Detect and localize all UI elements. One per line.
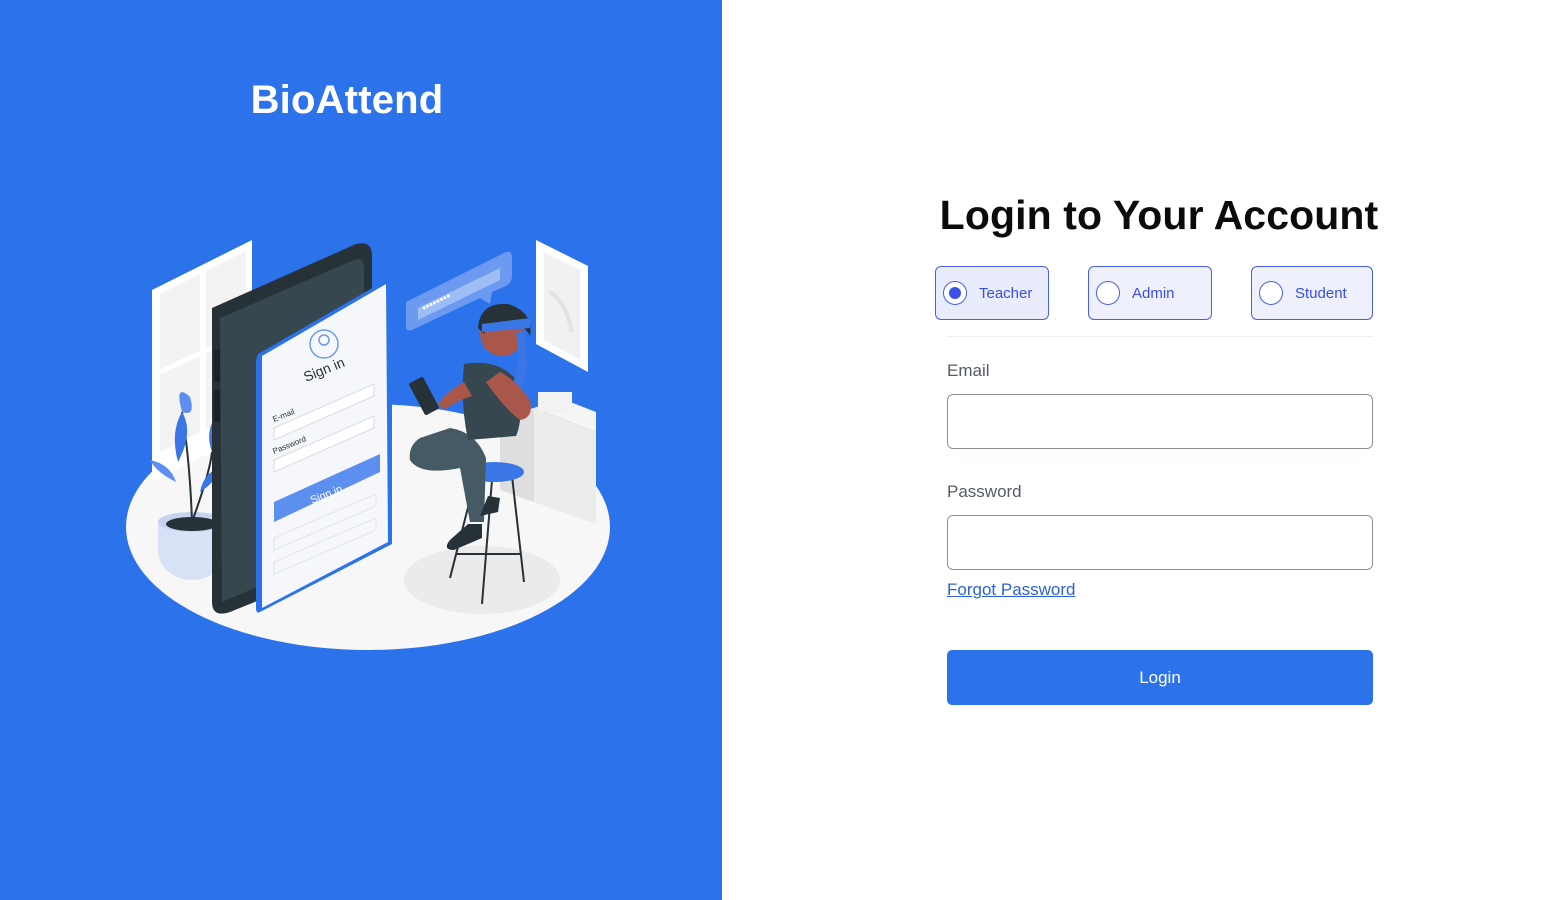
brand-logo-text: BioAttend (250, 78, 444, 122)
radio-unselected-icon[interactable] (1259, 281, 1283, 305)
role-label-student: Student (1295, 284, 1347, 302)
radio-selected-icon[interactable] (943, 281, 967, 305)
brand-panel: BioAttend Sign in E-mail Password Sign i… (0, 0, 722, 900)
login-panel: Login to Your Account Teacher Admin Stud… (722, 0, 1546, 900)
role-label-teacher: Teacher (979, 284, 1033, 302)
role-option-admin[interactable]: Admin (1088, 266, 1212, 320)
email-label: Email (947, 361, 990, 380)
radio-unselected-icon[interactable] (1096, 281, 1120, 305)
login-illustration: Sign in E-mail Password Sign in •••••••• (126, 240, 610, 650)
password-field[interactable] (947, 515, 1373, 570)
login-button[interactable]: Login (947, 650, 1373, 705)
email-field[interactable] (947, 394, 1373, 449)
forgot-password-link[interactable]: Forgot Password (947, 580, 1076, 600)
radio-dot-icon (949, 287, 961, 299)
role-label-admin: Admin (1132, 284, 1175, 302)
page-title: Login to Your Account (939, 192, 1379, 238)
divider (947, 336, 1373, 337)
role-option-teacher[interactable]: Teacher (935, 266, 1049, 320)
password-label: Password (947, 482, 1022, 501)
role-option-student[interactable]: Student (1251, 266, 1373, 320)
wall-frame-icon (536, 240, 588, 372)
